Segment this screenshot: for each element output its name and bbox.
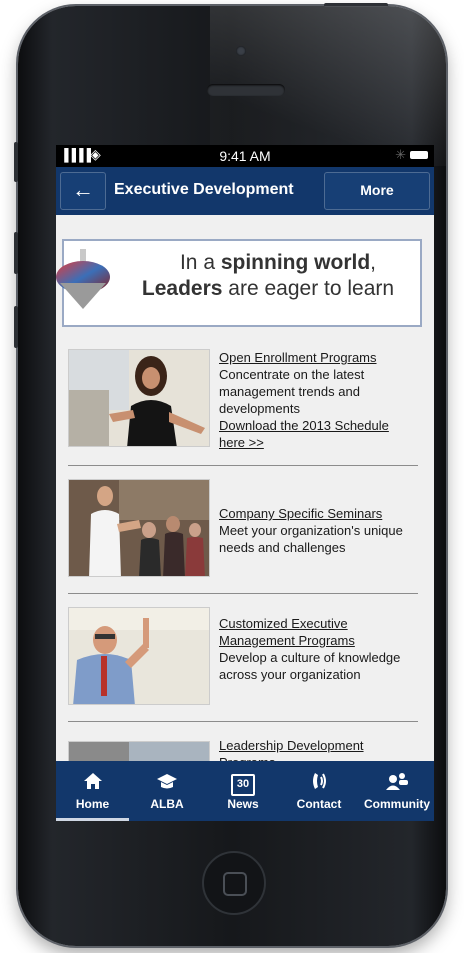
item-title[interactable]: Customized Executive Management Programs xyxy=(219,616,355,648)
tab-community[interactable]: Community xyxy=(360,761,434,821)
item-text: Open Enrollment Programs Concentrate on … xyxy=(219,349,417,451)
home-icon xyxy=(56,767,129,795)
front-camera xyxy=(236,46,246,56)
tab-home[interactable]: Home xyxy=(56,761,129,821)
calendar-icon: 30 xyxy=(208,767,278,796)
item-text: Company Specific Seminars Meet your orga… xyxy=(219,505,417,556)
volume-down-button xyxy=(14,306,18,348)
tab-contact[interactable]: Contact xyxy=(284,761,354,821)
speaker-photo-2 xyxy=(68,607,210,705)
app-screen: ▐▐▐▐ ◈ 9:41 AM ✳ ← Executive Development… xyxy=(56,145,434,821)
navigation-bar: ← Executive Development More xyxy=(56,167,434,215)
status-time: 9:41 AM xyxy=(219,148,271,164)
home-button[interactable] xyxy=(202,851,266,915)
item-title[interactable]: Leadership Development Programs xyxy=(219,738,364,761)
more-button[interactable]: More xyxy=(324,172,430,210)
people-icon xyxy=(360,767,434,795)
list-item[interactable]: Open Enrollment Programs Concentrate on … xyxy=(68,339,418,466)
banner[interactable]: In a spinning world, Leaders are eager t… xyxy=(56,239,422,327)
banner-line-2: Leaders are eager to learn xyxy=(141,277,395,300)
item-description: Concentrate on the latest management tre… xyxy=(219,367,365,416)
item-description: Meet your organization's unique needs an… xyxy=(219,523,403,555)
speaker-photo-1 xyxy=(68,349,210,447)
seminar-photo xyxy=(68,479,210,577)
tab-alba[interactable]: ALBA xyxy=(132,761,202,821)
phone-icon xyxy=(284,767,354,795)
item-text: Customized Executive Management Programs… xyxy=(219,615,417,683)
item-text: Leadership Development Programs xyxy=(219,737,417,761)
leadership-photo xyxy=(68,741,210,761)
item-title[interactable]: Open Enrollment Programs xyxy=(219,350,377,365)
back-button[interactable]: ← xyxy=(60,172,106,210)
tab-bar: Home ALBA 30 News Contact Community xyxy=(56,761,434,821)
tab-news[interactable]: 30 News xyxy=(208,761,278,821)
spinning-top-icon xyxy=(56,249,110,309)
earpiece-speaker xyxy=(207,84,285,96)
page-title: Executive Development xyxy=(114,181,294,198)
mute-switch xyxy=(14,142,18,182)
banner-line-1: In a spinning world, xyxy=(179,251,377,274)
download-schedule-link[interactable]: Download the 2013 Schedule here >> xyxy=(219,417,417,451)
list-item[interactable]: Customized Executive Management Programs… xyxy=(68,595,418,722)
list-item[interactable]: Company Specific Seminars Meet your orga… xyxy=(68,467,418,594)
item-description: Develop a culture of knowledge across yo… xyxy=(219,650,401,682)
item-title[interactable]: Company Specific Seminars xyxy=(219,506,382,521)
graduation-cap-icon xyxy=(132,767,202,795)
volume-up-button xyxy=(14,232,18,274)
battery-icon xyxy=(410,151,428,159)
power-button xyxy=(324,3,388,7)
content-scroll[interactable]: In a spinning world, Leaders are eager t… xyxy=(56,215,434,761)
bluetooth-icon: ✳ xyxy=(395,147,406,162)
status-bar: ▐▐▐▐ ◈ 9:41 AM ✳ xyxy=(56,145,434,167)
list-item[interactable]: Leadership Development Programs xyxy=(68,723,418,761)
